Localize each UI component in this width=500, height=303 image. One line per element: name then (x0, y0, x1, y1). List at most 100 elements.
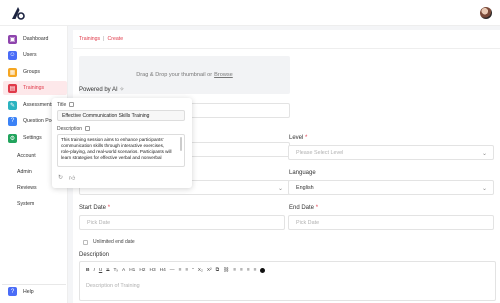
powered-by-ai-label: Powered by AI ✧ (79, 86, 124, 93)
image-button[interactable]: ⧉ (216, 267, 219, 273)
scrollbar[interactable] (180, 137, 182, 151)
start-date-label: Start Date * (79, 205, 110, 211)
ai-sparkle-icon[interactable]: ✧ (119, 87, 124, 93)
dropzone-text: Drag & Drop your thumbnail or (136, 72, 213, 78)
chevron-down-icon: ⌄ (277, 186, 283, 192)
chevron-down-icon: ⌄ (481, 186, 487, 192)
quote-button[interactable]: ” (192, 268, 194, 273)
sidebar-item-groups[interactable]: ▦ Groups (3, 65, 67, 79)
underline-button[interactable]: U (99, 268, 102, 273)
end-date-input[interactable]: Pick Date (288, 215, 494, 230)
unlimited-end-date-label: Unlimited end date (93, 239, 135, 245)
align-justify-button[interactable]: ≡ (254, 268, 257, 273)
align-center-button[interactable]: ≡ (240, 268, 243, 273)
sidebar-item-label: Assessments (23, 102, 54, 108)
text-color-button[interactable]: A (122, 268, 125, 273)
horizontal-rule-button[interactable]: — (170, 268, 175, 273)
copy-icon[interactable] (69, 102, 75, 108)
italic-button[interactable]: I (93, 268, 94, 273)
powered-by-ai-text: Powered by AI (79, 87, 118, 93)
sidebar-item-label: Groups (23, 69, 41, 75)
level-placeholder: Please Select Level (296, 149, 344, 156)
editor-toolbar: B I U S Tₓ A H1 H2 H3 H4 — ≡ ≡ ” X₂ X² ⧉… (86, 266, 266, 274)
breadcrumb-current: Create (107, 36, 124, 42)
description-label: Description (79, 252, 110, 258)
start-date-placeholder: Pick Date (87, 219, 111, 226)
start-date-label-text: Start Date (79, 205, 107, 211)
sidebar-item-label: Trainings (23, 85, 45, 91)
end-date-label: End Date * (289, 205, 318, 211)
description-editor[interactable]: B I U S Tₓ A H1 H2 H3 H4 — ≡ ≡ ” X₂ X² ⧉… (79, 261, 496, 301)
sidebar-item-label: Users (23, 52, 37, 58)
question-pool-icon: ? (8, 116, 17, 126)
bold-button[interactable]: B (86, 268, 89, 273)
ai-suggestion-popover: Title Effective Communication Skills Tra… (52, 98, 192, 188)
ai-title-suggestion[interactable]: Effective Communication Skills Training (57, 110, 185, 121)
start-date-input[interactable]: Pick Date (79, 215, 285, 230)
align-right-button[interactable]: ≡ (247, 268, 250, 273)
copy-icon[interactable] (85, 126, 91, 132)
popover-title-label: Title (57, 102, 75, 108)
language-value: English (296, 184, 314, 191)
heading1-button[interactable]: H1 (129, 268, 135, 273)
trainings-icon: ▤ (8, 83, 17, 93)
breadcrumb-separator: | (103, 36, 105, 42)
regenerate-icon[interactable]: ↻ (58, 174, 63, 182)
sidebar-subitem-admin[interactable]: Admin (17, 169, 32, 175)
sidebar-item-label: Question Pool (23, 118, 56, 124)
end-date-label-text: End Date (289, 205, 315, 211)
user-avatar[interactable] (480, 7, 492, 19)
level-label: Level * (289, 135, 307, 141)
subscript-button[interactable]: X₂ (198, 268, 203, 273)
users-icon: ☺ (8, 50, 17, 60)
heading4-button[interactable]: H4 (160, 268, 166, 273)
sidebar-item-users[interactable]: ☺ Users (3, 48, 67, 62)
browse-link[interactable]: Browse (214, 72, 233, 78)
sidebar-subitem-reviews[interactable]: Reviews (17, 185, 37, 191)
help-label: Help (23, 288, 34, 295)
level-select[interactable]: Please Select Level ⌄ (288, 145, 494, 160)
ai-description-text: This training session aims to enhance pa… (61, 137, 172, 160)
description-placeholder: Description of Training (86, 283, 140, 289)
clear-format-button[interactable]: Tₓ (113, 268, 118, 273)
app-logo-icon[interactable] (11, 6, 25, 20)
popover-title-label-text: Title (57, 102, 67, 108)
language-select[interactable]: English ⌄ (288, 180, 494, 195)
popover-actions: ↻ 👍︎ (58, 174, 75, 182)
help-icon: ? (8, 287, 17, 296)
divider (73, 48, 500, 49)
required-asterisk: * (107, 205, 111, 211)
align-left-button[interactable]: ≡ (233, 268, 236, 273)
strikethrough-button[interactable]: S (106, 268, 109, 273)
breadcrumb: Trainings | Create (79, 36, 123, 42)
sidebar-item-dashboard[interactable]: ▣ Dashboard (3, 32, 67, 46)
heading2-button[interactable]: H2 (139, 268, 145, 273)
bullet-list-button[interactable]: ≡ (179, 268, 182, 273)
top-bar (0, 0, 500, 26)
thumbs-up-icon[interactable]: 👍︎ (69, 174, 75, 182)
sidebar-subitem-system[interactable]: System (17, 201, 34, 207)
settings-icon: ⚙ (8, 133, 17, 143)
ai-description-suggestion[interactable]: This training session aims to enhance pa… (57, 134, 185, 167)
link-button[interactable]: ⛓ (223, 268, 229, 273)
popover-description-label: Description (57, 126, 91, 132)
assessments-icon: ✎ (8, 100, 17, 110)
popover-description-label-text: Description (57, 126, 83, 132)
dashboard-icon: ▣ (8, 34, 17, 44)
end-date-placeholder: Pick Date (296, 219, 320, 226)
language-label: Language (289, 170, 316, 176)
ordered-list-button[interactable]: ≡ (185, 268, 188, 273)
color-picker-icon[interactable] (260, 267, 266, 273)
sidebar-subitem-account[interactable]: Account (17, 153, 36, 159)
help-button[interactable]: ? Help (2, 284, 66, 298)
required-asterisk: * (315, 205, 319, 211)
groups-icon: ▦ (8, 67, 17, 77)
unlimited-end-date-checkbox[interactable] (83, 240, 88, 245)
superscript-button[interactable]: X² (207, 268, 212, 273)
sidebar-item-label: Dashboard (23, 36, 49, 42)
breadcrumb-trainings-link[interactable]: Trainings (79, 36, 100, 42)
heading3-button[interactable]: H3 (149, 268, 155, 273)
sidebar-item-trainings[interactable]: ▤ Trainings (3, 81, 67, 95)
sidebar-item-label: Settings (23, 135, 42, 141)
chevron-down-icon: ⌄ (481, 151, 487, 157)
